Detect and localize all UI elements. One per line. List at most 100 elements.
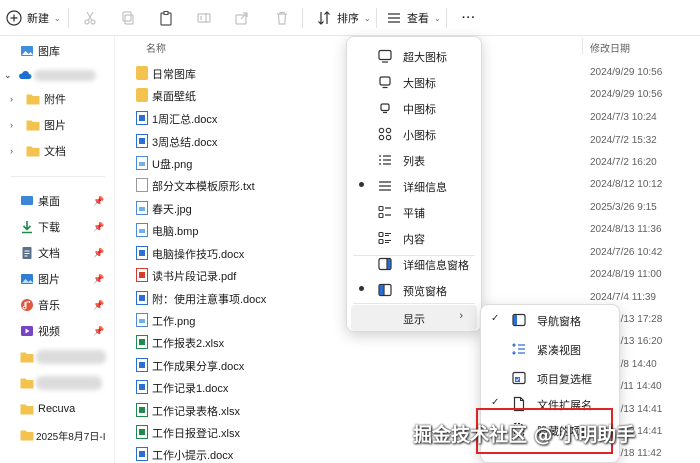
sidebar-item-documents-cloud[interactable]: › 文档 <box>0 140 112 162</box>
menu-item-tiles[interactable]: 平铺 <box>347 199 481 225</box>
new-button[interactable]: 新建 ⌄ <box>6 6 61 30</box>
folder-icon <box>136 88 148 102</box>
word-file-icon <box>136 291 148 305</box>
column-header-name[interactable]: 名称 <box>146 40 166 55</box>
sidebar-item-desktop[interactable]: 桌面 📌 <box>0 190 112 212</box>
submenu-item-label: 项目复选框 <box>537 374 592 386</box>
menu-item-label: 大图标 <box>403 78 436 90</box>
sidebar-item-label: 附件 <box>44 94 66 106</box>
menu-item-preview-pane[interactable]: 预览窗格 <box>347 277 481 303</box>
checkmark-icon: ✓ <box>491 313 500 324</box>
clipboard-icon <box>158 10 174 26</box>
submenu-item-compact-view[interactable]: 紧凑视图 <box>481 336 619 362</box>
file-name: 电脑.bmp <box>152 226 199 238</box>
video-icon <box>20 324 34 338</box>
menu-item-content[interactable]: 内容 <box>347 225 481 251</box>
copy-button[interactable] <box>120 6 136 30</box>
paste-button[interactable] <box>158 6 174 30</box>
rename-icon <box>196 10 212 26</box>
sidebar-item-label: 音乐 <box>38 300 60 312</box>
menu-item-details-pane[interactable]: 详细信息窗格 <box>347 251 481 277</box>
word-file-icon <box>136 380 148 394</box>
view-button[interactable]: 查看 ⌄ <box>386 6 441 30</box>
music-icon <box>20 298 34 312</box>
file-date: 2024/7/3 10:24 <box>590 112 657 123</box>
share-button[interactable] <box>234 6 250 30</box>
pin-icon: 📌 <box>93 273 105 284</box>
folder-icon <box>20 402 34 416</box>
delete-button[interactable] <box>274 6 290 30</box>
cut-button[interactable] <box>82 6 98 30</box>
excel-file-icon <box>136 425 148 439</box>
sidebar-item-onedrive[interactable]: ⌄ <box>0 64 112 86</box>
file-date: 2024/8/13 11:36 <box>590 224 662 235</box>
sidebar-item-folder-2025[interactable]: 2025年8月7日-I <box>0 424 112 446</box>
view-label: 查看 <box>407 13 429 25</box>
large-icons-icon <box>377 74 393 90</box>
sidebar-item-label: 图库 <box>38 46 60 58</box>
chevron-down-icon: ⌄ <box>434 13 441 23</box>
menu-item-label: 详细信息窗格 <box>403 260 469 272</box>
file-name: 3周总结.docx <box>152 137 218 149</box>
download-icon <box>20 220 34 234</box>
menu-item-small-icons[interactable]: 小图标 <box>347 121 481 147</box>
sidebar-item-downloads[interactable]: 下载 📌 <box>0 216 112 238</box>
file-date: 2024/7/26 10:42 <box>590 247 663 258</box>
menu-item-large-icons[interactable]: 大图标 <box>347 69 481 95</box>
column-header-modified[interactable]: 修改日期 <box>590 40 630 55</box>
pin-icon: 📌 <box>93 221 105 232</box>
sidebar-item-documents[interactable]: 文档 📌 <box>0 242 112 264</box>
sidebar-item-recuva[interactable]: Recuva <box>0 398 112 420</box>
sidebar-item-label: 图片 <box>44 120 66 132</box>
sort-button[interactable]: 排序 ⌄ <box>316 6 371 30</box>
navigation-pane: 图库 ⌄ › 附件 › 图片 › 文档 桌面 📌 下载 📌 文档 📌 图片 📌 … <box>0 36 112 463</box>
plus-circle-icon <box>6 10 22 26</box>
menu-item-label: 列表 <box>403 156 425 168</box>
menu-item-show[interactable]: 显示 › <box>351 305 477 331</box>
list-icon <box>377 152 393 168</box>
blurred-account-name <box>34 70 96 81</box>
sidebar-item-blurred-1[interactable] <box>0 346 112 368</box>
menu-item-details[interactable]: 详细信息 <box>347 173 481 199</box>
toolbar-divider <box>376 8 377 28</box>
sidebar-item-attachments[interactable]: › 附件 <box>0 88 112 110</box>
navigation-pane-icon <box>511 312 527 328</box>
file-name: U盘.png <box>152 159 193 171</box>
menu-item-label: 超大图标 <box>403 52 447 64</box>
pin-icon: 📌 <box>93 325 105 336</box>
sidebar-item-gallery[interactable]: 图库 <box>0 40 112 62</box>
rename-button[interactable] <box>196 6 212 30</box>
image-file-icon <box>136 313 148 327</box>
menu-item-extra-large-icons[interactable]: 超大图标 <box>347 43 481 69</box>
blurred-folder-name <box>36 350 106 364</box>
menu-item-label: 中图标 <box>403 104 436 116</box>
menu-item-medium-icons[interactable]: 中图标 <box>347 95 481 121</box>
folder-icon <box>20 376 34 390</box>
view-menu: 超大图标 大图标 中图标 小图标 列表 详细信息 平铺 内容 详细信息窗格 预览… <box>346 36 482 332</box>
sidebar-item-pictures-cloud[interactable]: › 图片 <box>0 114 112 136</box>
sort-icon <box>316 10 332 26</box>
column-separator[interactable] <box>582 38 583 54</box>
file-name: 工作记录1.docx <box>152 383 229 395</box>
toolbar-divider <box>302 8 303 28</box>
sidebar-item-label: 下载 <box>38 222 60 234</box>
file-name: 工作日报登记.xlsx <box>152 428 240 440</box>
word-file-icon <box>136 447 148 461</box>
menu-item-list[interactable]: 列表 <box>347 147 481 173</box>
menu-item-label: 小图标 <box>403 130 436 142</box>
toolbar-divider <box>68 8 69 28</box>
menu-item-label: 预览窗格 <box>403 286 447 298</box>
view-lines-icon <box>386 10 402 26</box>
tiles-icon <box>377 204 393 220</box>
more-options-button[interactable]: ··· <box>462 6 476 30</box>
picture-icon <box>20 272 34 286</box>
sidebar-item-videos[interactable]: 视频 📌 <box>0 320 112 342</box>
sidebar-item-music[interactable]: 音乐 📌 <box>0 294 112 316</box>
sidebar-item-pictures[interactable]: 图片 📌 <box>0 268 112 290</box>
sort-label: 排序 <box>337 13 359 25</box>
word-file-icon <box>136 246 148 260</box>
sidebar-item-blurred-2[interactable] <box>0 372 112 394</box>
submenu-item-item-checkboxes[interactable]: 项目复选框 <box>481 365 619 391</box>
submenu-item-navigation-pane[interactable]: ✓ 导航窗格 <box>481 307 619 333</box>
cloud-icon <box>18 68 32 82</box>
